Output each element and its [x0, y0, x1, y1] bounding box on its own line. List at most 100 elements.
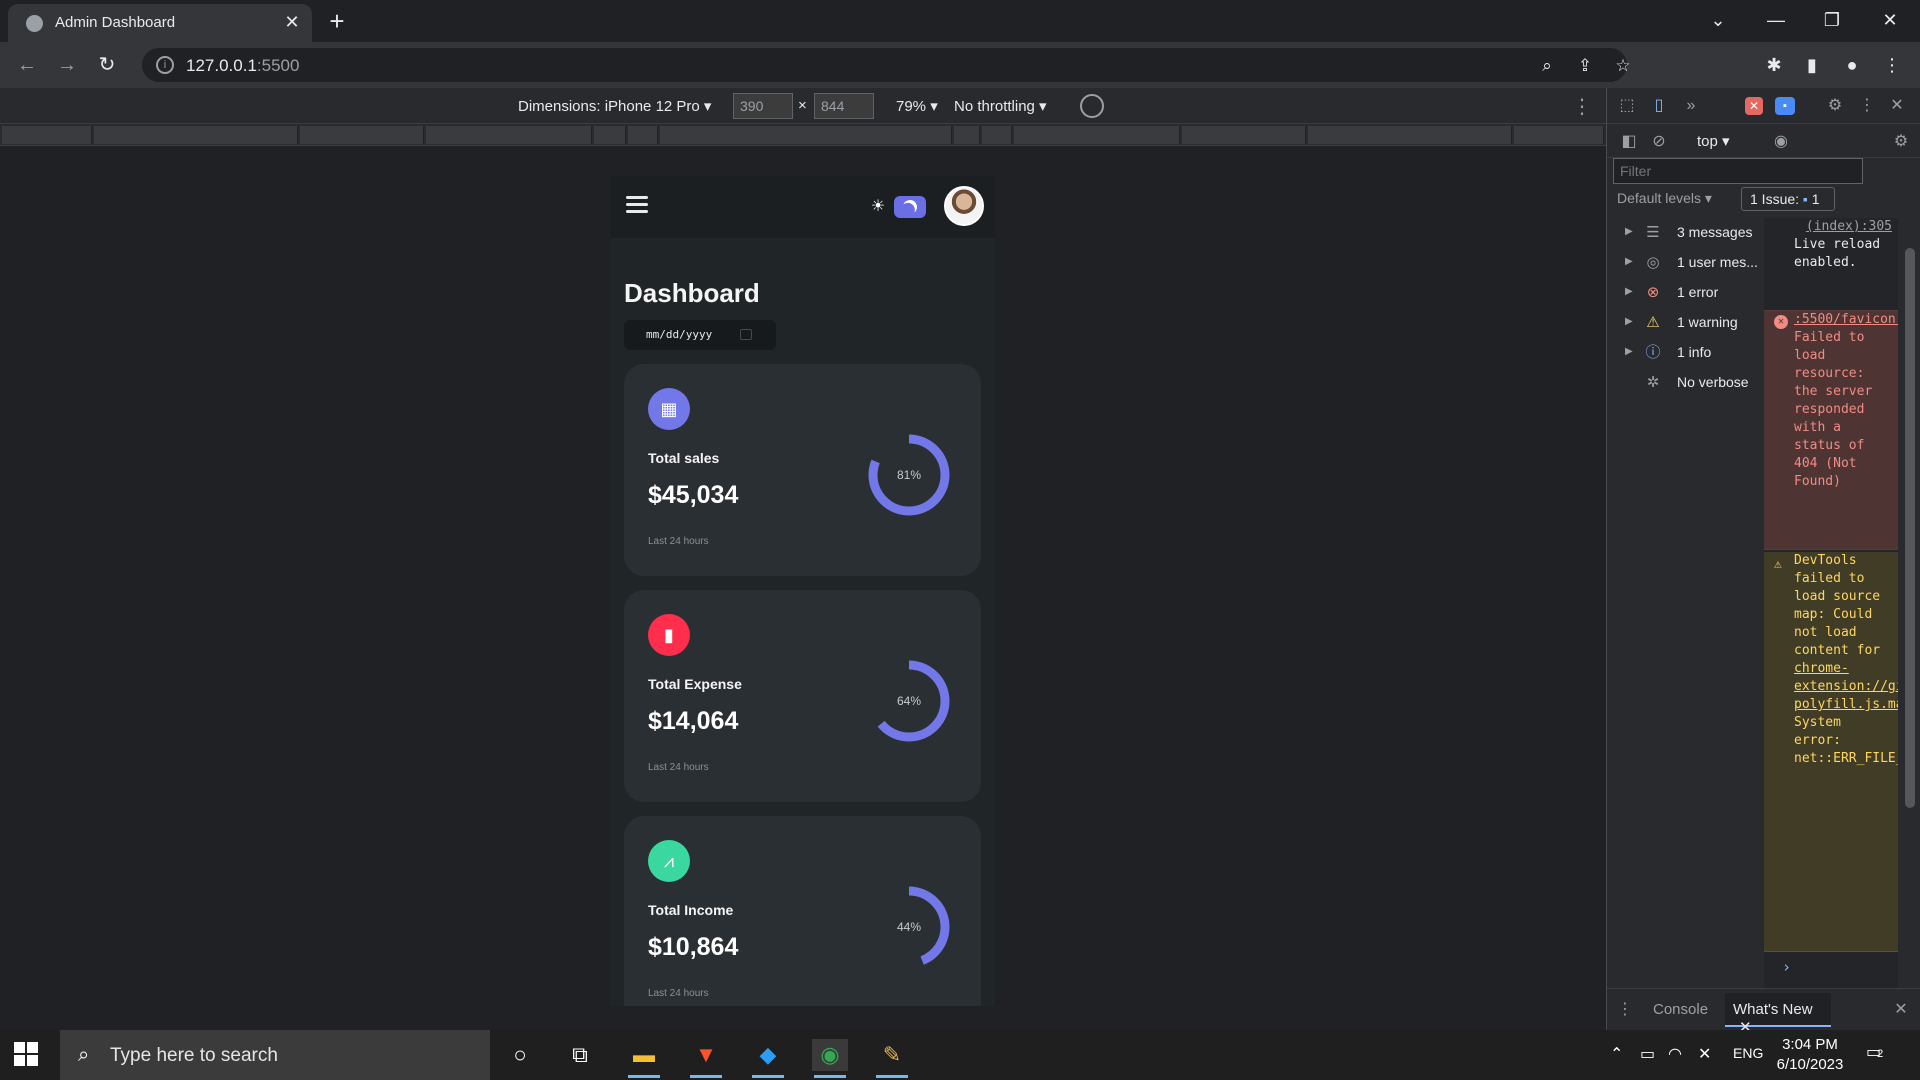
show-hidden-icons-icon[interactable]: ⌃	[1610, 1044, 1623, 1064]
bookmark-star-icon[interactable]: ☆	[1610, 53, 1636, 79]
clear-console-icon[interactable]: ⊘	[1647, 130, 1671, 154]
ruler-segment[interactable]	[94, 126, 298, 144]
clock-time[interactable]: 3:04 PM	[1768, 1036, 1852, 1053]
battery-icon[interactable]: ▭	[1640, 1044, 1655, 1064]
console-sidebar-item[interactable]: ▶ ⚠ 1 warning	[1607, 308, 1763, 338]
chrome-menu-icon[interactable]: ⋮	[1878, 51, 1906, 79]
browser-tab[interactable]: Admin Dashboard ✕	[8, 4, 312, 42]
expand-arrow-icon[interactable]: ▶	[1625, 286, 1633, 297]
device-select[interactable]: Dimensions: iPhone 12 Pro ▾	[518, 97, 711, 115]
ruler-segment[interactable]	[426, 126, 592, 144]
zoom-select[interactable]: 79% ▾	[896, 97, 938, 115]
dark-mode-button[interactable]	[894, 196, 926, 218]
ruler-segment[interactable]	[982, 126, 1012, 144]
zoom-icon[interactable]: ⌕	[1534, 53, 1560, 79]
hamburger-menu-icon[interactable]	[626, 196, 650, 214]
volume-muted-icon[interactable]: ✕	[1698, 1044, 1711, 1064]
side-panel-icon[interactable]: ▮	[1798, 51, 1826, 79]
site-info-icon[interactable]: i	[156, 56, 174, 74]
cortana-icon[interactable]: ○	[502, 1039, 538, 1071]
brave-browser-icon[interactable]: ▼	[688, 1039, 724, 1078]
expand-arrow-icon[interactable]: ▶	[1625, 226, 1633, 237]
file-explorer-icon[interactable]: ▬	[626, 1039, 662, 1078]
ruler-segment[interactable]	[300, 126, 424, 144]
expand-arrow-icon[interactable]: ▶	[1625, 316, 1633, 327]
expand-arrow-icon[interactable]: ▶	[1625, 346, 1633, 357]
profile-icon[interactable]: ●	[1838, 51, 1866, 79]
ruler-segment[interactable]	[628, 126, 658, 144]
more-options-icon[interactable]: ⋮	[1572, 94, 1592, 119]
device-toggle-icon[interactable]: ▯	[1647, 94, 1671, 118]
console-settings-icon[interactable]: ⚙	[1889, 130, 1913, 154]
new-tab-button[interactable]: +	[322, 7, 352, 37]
console-sidebar-item[interactable]: ▶ ☰ 3 messages	[1607, 218, 1763, 248]
ruler-segment[interactable]	[1514, 126, 1604, 144]
context-select[interactable]: top ▾	[1697, 132, 1730, 150]
forward-button[interactable]: →	[52, 50, 82, 80]
log-source-link[interactable]: :5500/favicon.ico:1	[1794, 311, 1898, 329]
close-devtools-icon[interactable]: ✕	[1885, 94, 1909, 118]
sun-icon[interactable]: ☀	[864, 194, 892, 220]
devtools-menu-icon[interactable]: ⋮	[1855, 94, 1879, 118]
log-source-link[interactable]: chrome-extension://gighmmpiobklfepjocnam…	[1794, 661, 1898, 712]
device-width-input[interactable]: 390	[733, 93, 793, 119]
close-tab-icon[interactable]: ✕	[280, 10, 304, 34]
more-tabs-icon[interactable]: »	[1679, 94, 1703, 118]
ruler-segment[interactable]	[1308, 126, 1512, 144]
paint-icon[interactable]: ✎	[874, 1039, 910, 1078]
extensions-icon[interactable]: ✱	[1760, 51, 1788, 79]
throttling-select[interactable]: No throttling ▾	[954, 97, 1047, 115]
windows-start-icon[interactable]	[14, 1042, 38, 1066]
clock-date[interactable]: 6/10/2023	[1768, 1056, 1852, 1073]
ruler-segment[interactable]	[2, 126, 92, 144]
avatar[interactable]	[944, 186, 984, 226]
restore-button[interactable]: ❐	[1804, 0, 1860, 40]
ruler-segment[interactable]	[594, 126, 626, 144]
theme-toggle[interactable]: ☀	[864, 194, 926, 220]
back-button[interactable]: ←	[12, 50, 42, 80]
close-drawer-icon[interactable]: ✕	[1889, 998, 1913, 1022]
console-sidebar-item[interactable]: ▶ ⓘ 1 info	[1607, 338, 1763, 368]
console-scrollbar[interactable]	[1899, 218, 1920, 988]
settings-gear-icon[interactable]: ⚙	[1823, 94, 1847, 118]
task-view-icon[interactable]: ⧉	[562, 1039, 598, 1071]
device-height-input[interactable]: 844	[814, 93, 874, 119]
issues-button[interactable]: 1 Issue: ▪ 1	[1741, 187, 1835, 211]
issues-count-icon[interactable]: ▪	[1775, 97, 1795, 115]
taskbar-search[interactable]: ⌕ Type here to search	[60, 1030, 490, 1080]
drawer-tab-whats-new[interactable]: What's New ✕	[1725, 993, 1831, 1036]
drawer-tab-console[interactable]: Console	[1653, 1001, 1708, 1018]
live-expression-eye-icon[interactable]: ◉	[1769, 130, 1793, 154]
network-icon[interactable]: ◠	[1668, 1044, 1682, 1064]
language-indicator[interactable]: ENG	[1733, 1045, 1763, 1061]
share-icon[interactable]: ⇪	[1572, 53, 1598, 79]
notifications-icon[interactable]: ▭2	[1866, 1042, 1883, 1062]
reload-button[interactable]: ↻	[92, 50, 122, 80]
expand-arrow-icon[interactable]: ▶	[1625, 256, 1633, 267]
address-bar[interactable]: i 127.0.0.1:5500 ⌕ ⇪ ☆	[142, 48, 1631, 82]
console-prompt[interactable]: ›	[1782, 958, 1791, 976]
minimize-button[interactable]: —	[1748, 0, 1804, 40]
console-sidebar-item[interactable]: ▶ ⊗ 1 error	[1607, 278, 1763, 308]
log-source-link[interactable]: (index):305	[1794, 218, 1892, 236]
ruler-segment[interactable]	[1014, 126, 1180, 144]
rotate-icon[interactable]	[1080, 94, 1104, 118]
ruler-segment[interactable]	[954, 126, 980, 144]
console-sidebar-item[interactable]: ▶ ◎ 1 user mes...	[1607, 248, 1763, 278]
log-levels-select[interactable]: Default levels ▾	[1617, 190, 1712, 207]
scroll-thumb[interactable]	[1905, 248, 1915, 808]
close-window-button[interactable]: ✕	[1862, 0, 1918, 40]
calendar-icon[interactable]	[740, 329, 752, 340]
chrome-icon[interactable]: ◉	[812, 1039, 848, 1078]
drawer-menu-icon[interactable]: ⋮	[1613, 998, 1637, 1022]
tab-search-icon[interactable]: ⌄	[1690, 0, 1746, 40]
inspect-element-icon[interactable]: ⬚	[1615, 94, 1639, 118]
console-sidebar-item[interactable]: ✲ No verbose	[1607, 368, 1763, 398]
date-input[interactable]: mm/dd/yyyy	[624, 320, 776, 350]
sidebar-toggle-icon[interactable]: ◧	[1617, 130, 1641, 154]
ruler-segment[interactable]	[1182, 126, 1306, 144]
error-count-icon[interactable]: ✕	[1745, 97, 1763, 115]
console-filter-input[interactable]	[1613, 158, 1863, 184]
vscode-icon[interactable]: ◆	[750, 1039, 786, 1078]
ruler-segment[interactable]	[660, 126, 952, 144]
